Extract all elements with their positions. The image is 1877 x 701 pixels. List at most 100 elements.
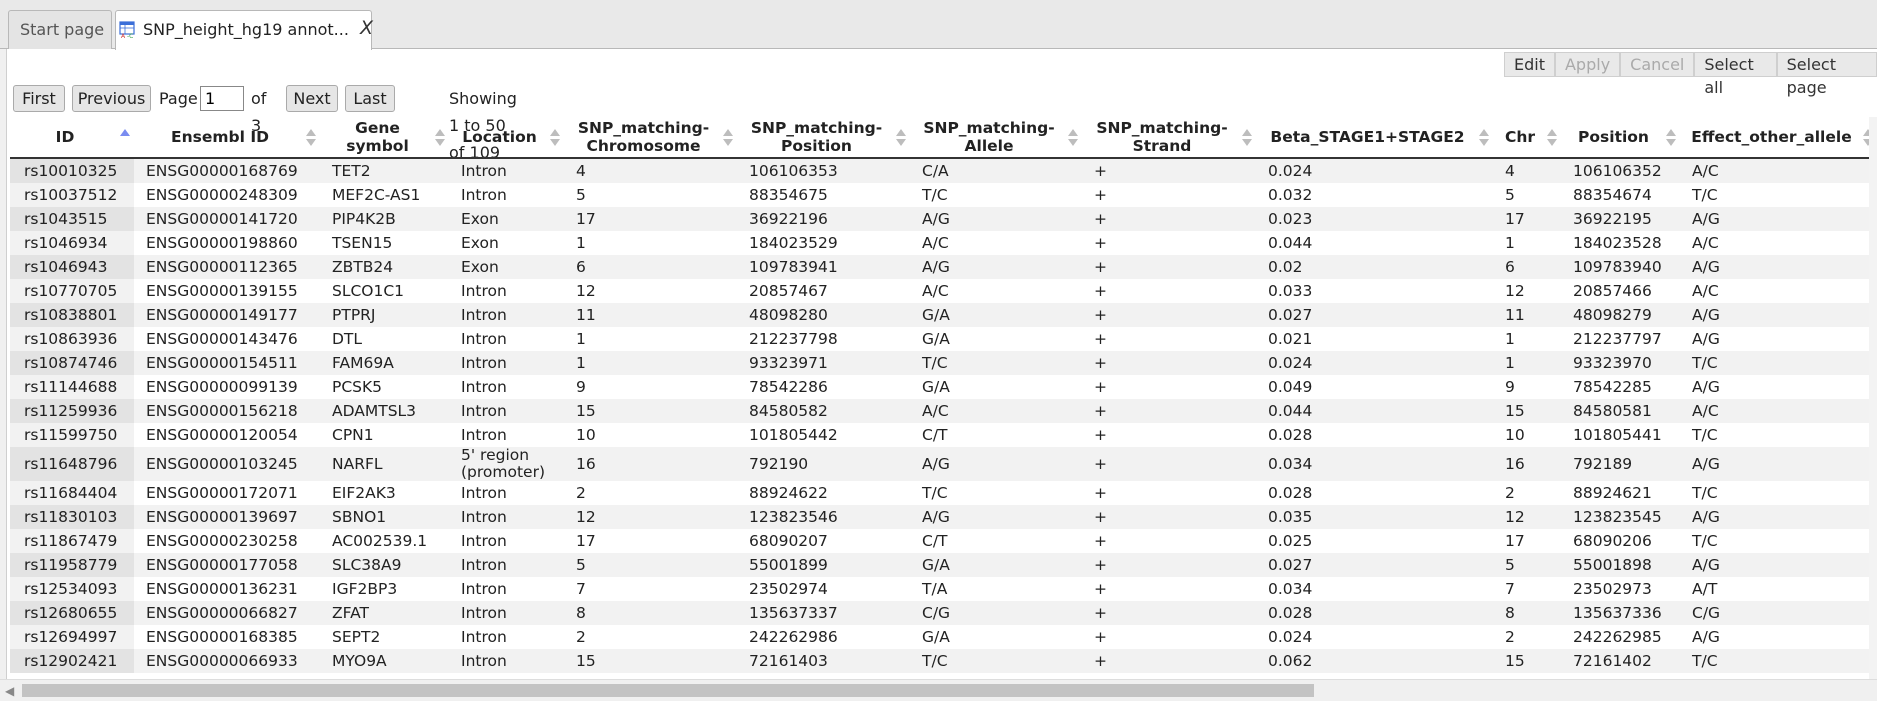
- column-header-2[interactable]: Gene symbol: [320, 117, 449, 159]
- table-cell: 109783940: [1561, 255, 1680, 279]
- table-cell: Intron: [449, 649, 564, 673]
- table-cell: rs12902421: [10, 649, 134, 673]
- table-row[interactable]: rs11144688 ENSG00000099139 PCSK5 Intron 9 785…: [10, 375, 1877, 399]
- column-header-label: Ensembl ID: [171, 128, 283, 146]
- table-row[interactable]: rs11830103 ENSG00000139697 SBNO1 Intron 12 12…: [10, 505, 1877, 529]
- column-header-3[interactable]: Location: [449, 117, 564, 159]
- table-cell: A/G: [1680, 447, 1877, 481]
- next-page-button[interactable]: Next: [286, 85, 338, 112]
- table-row[interactable]: rs10863936 ENSG00000143476 DTL Intron 1 21223…: [10, 327, 1877, 351]
- table-cell: ENSG00000136231: [134, 577, 320, 601]
- sort-icon[interactable]: [1547, 129, 1557, 147]
- table-cell: C/A: [910, 158, 1082, 183]
- table-cell: 12: [1493, 279, 1561, 303]
- sort-icon[interactable]: [1479, 129, 1489, 147]
- table-row[interactable]: rs12534093 ENSG00000136231 IGF2BP3 Intron 7 2…: [10, 577, 1877, 601]
- scroll-left-arrow-icon[interactable]: ◀: [5, 684, 14, 698]
- table-cell: 0.028: [1256, 423, 1493, 447]
- table-cell: ENSG00000103245: [134, 447, 320, 481]
- table-row[interactable]: rs1043515 ENSG00000141720 PIP4K2B Exon 17 369…: [10, 207, 1877, 231]
- table-cell: C/G: [1680, 601, 1877, 625]
- vertical-scroll-track[interactable]: [1869, 117, 1877, 679]
- table-row[interactable]: rs10037512 ENSG00000248309 MEF2C-AS1 Intron…: [10, 183, 1877, 207]
- table-cell: 55001899: [737, 553, 910, 577]
- table-row[interactable]: rs11648796 ENSG00000103245 NARFL 5' region …: [10, 447, 1877, 481]
- close-icon[interactable]: X: [360, 9, 373, 47]
- column-header-line: SNP_matching-: [923, 119, 1055, 137]
- column-header-4[interactable]: SNP_matching- Chromosome: [564, 117, 737, 159]
- sort-icon[interactable]: [550, 129, 560, 147]
- table-cell: 184023529: [737, 231, 910, 255]
- sort-icon[interactable]: [1068, 129, 1078, 147]
- column-header-11[interactable]: Effect_other_allele: [1680, 117, 1877, 159]
- column-header-8[interactable]: Beta_STAGE1+STAGE2: [1256, 117, 1493, 159]
- sort-icon[interactable]: [1242, 129, 1252, 147]
- sort-icon[interactable]: [435, 129, 445, 147]
- table-row[interactable]: rs11958779 ENSG00000177058 SLC38A9 Intron 5 5…: [10, 553, 1877, 577]
- table-cell: 11: [1493, 303, 1561, 327]
- table-row[interactable]: rs11684404 ENSG00000172071 EIF2AK3 Intron 2 8…: [10, 481, 1877, 505]
- table-cell: 9: [564, 375, 737, 399]
- select-page-button[interactable]: Select page: [1776, 52, 1877, 97]
- column-header-0[interactable]: ID: [10, 117, 134, 159]
- column-header-line: SNP_matching-: [750, 119, 883, 137]
- tab-snp-height-annotation[interactable]: A -C SNP_height_hg19 annot... X: [115, 9, 373, 50]
- table-row[interactable]: rs12680655 ENSG00000066827 ZFAT Intron 8 1356…: [10, 601, 1877, 625]
- table-cell: rs10037512: [10, 183, 134, 207]
- column-header-5[interactable]: SNP_matching- Position: [737, 117, 910, 159]
- table-row[interactable]: rs10010325 ENSG00000168769 TET2 Intron 4 1061…: [10, 158, 1877, 183]
- select-all-button[interactable]: Select all: [1694, 52, 1777, 97]
- table-cell: 36922195: [1561, 207, 1680, 231]
- column-header-label: Beta_STAGE1+STAGE2: [1270, 128, 1478, 146]
- table-cell: rs11599750: [10, 423, 134, 447]
- column-header-10[interactable]: Position: [1561, 117, 1680, 159]
- first-page-button[interactable]: First: [13, 85, 65, 112]
- page-number-input[interactable]: [200, 86, 244, 111]
- table-cell: 15: [564, 649, 737, 673]
- column-header-7[interactable]: SNP_matching- Strand: [1082, 117, 1256, 159]
- column-header-line: Ensembl ID: [171, 128, 269, 146]
- sort-icon[interactable]: [1666, 129, 1676, 147]
- data-table: ID Ensembl ID Gene symbol Location SNP_matchi…: [10, 117, 1877, 673]
- column-header-9[interactable]: Chr: [1493, 117, 1561, 159]
- scrollbar-thumb[interactable]: [22, 684, 1314, 697]
- tab-strip: Start page A -C SNP_height_hg19 annot...…: [0, 0, 1877, 50]
- table-cell: Intron: [449, 481, 564, 505]
- table-cell: 17: [564, 529, 737, 553]
- sort-icon[interactable]: [896, 129, 906, 147]
- horizontal-scrollbar[interactable]: ◀: [0, 679, 1877, 701]
- cancel-button[interactable]: Cancel: [1620, 52, 1695, 77]
- sort-icon[interactable]: [306, 129, 316, 147]
- table-row[interactable]: rs12694997 ENSG00000168385 SEPT2 Intron 2 242…: [10, 625, 1877, 649]
- table-row[interactable]: rs1046943 ENSG00000112365 ZBTB24 Exon 6 10978…: [10, 255, 1877, 279]
- column-header-1[interactable]: Ensembl ID: [134, 117, 320, 159]
- table-cell: ENSG00000066933: [134, 649, 320, 673]
- table-row[interactable]: rs12902421 ENSG00000066933 MYO9A Intron 15 72…: [10, 649, 1877, 673]
- last-page-button[interactable]: Last: [345, 85, 395, 112]
- column-header-6[interactable]: SNP_matching- Allele: [910, 117, 1082, 159]
- table-row[interactable]: rs11599750 ENSG00000120054 CPN1 Intron 10 101…: [10, 423, 1877, 447]
- table-cell: Intron: [449, 327, 564, 351]
- table-cell: A/G: [910, 505, 1082, 529]
- apply-button[interactable]: Apply: [1554, 52, 1621, 77]
- sort-icon[interactable]: [723, 129, 733, 147]
- table-row[interactable]: rs10838801 ENSG00000149177 PTPRJ Intron 11 48…: [10, 303, 1877, 327]
- table-row[interactable]: rs10874746 ENSG00000154511 FAM69A Intron 1 93…: [10, 351, 1877, 375]
- table-row[interactable]: rs1046934 ENSG00000198860 TSEN15 Exon 1 18402…: [10, 231, 1877, 255]
- previous-page-button[interactable]: Previous: [72, 85, 151, 112]
- table-cell: 93323970: [1561, 351, 1680, 375]
- table-row[interactable]: rs10770705 ENSG00000139155 SLCO1C1 Intron 12…: [10, 279, 1877, 303]
- table-cell: Intron: [449, 529, 564, 553]
- table-cell: +: [1082, 158, 1256, 183]
- table-cell: 84580581: [1561, 399, 1680, 423]
- edit-button[interactable]: Edit: [1504, 52, 1555, 77]
- table-cell: +: [1082, 447, 1256, 481]
- table-row[interactable]: rs11259936 ENSG00000156218 ADAMTSL3 Intron 1…: [10, 399, 1877, 423]
- table-cell: 88924621: [1561, 481, 1680, 505]
- table-cell: 123823546: [737, 505, 910, 529]
- column-header-label: SNP_matching- Strand: [1096, 119, 1241, 155]
- sort-ascending-icon[interactable]: [120, 129, 130, 147]
- table-row[interactable]: rs11867479 ENSG00000230258 AC002539.1 Intro…: [10, 529, 1877, 553]
- table-cell: 101805441: [1561, 423, 1680, 447]
- tab-start-page[interactable]: Start page: [8, 10, 112, 49]
